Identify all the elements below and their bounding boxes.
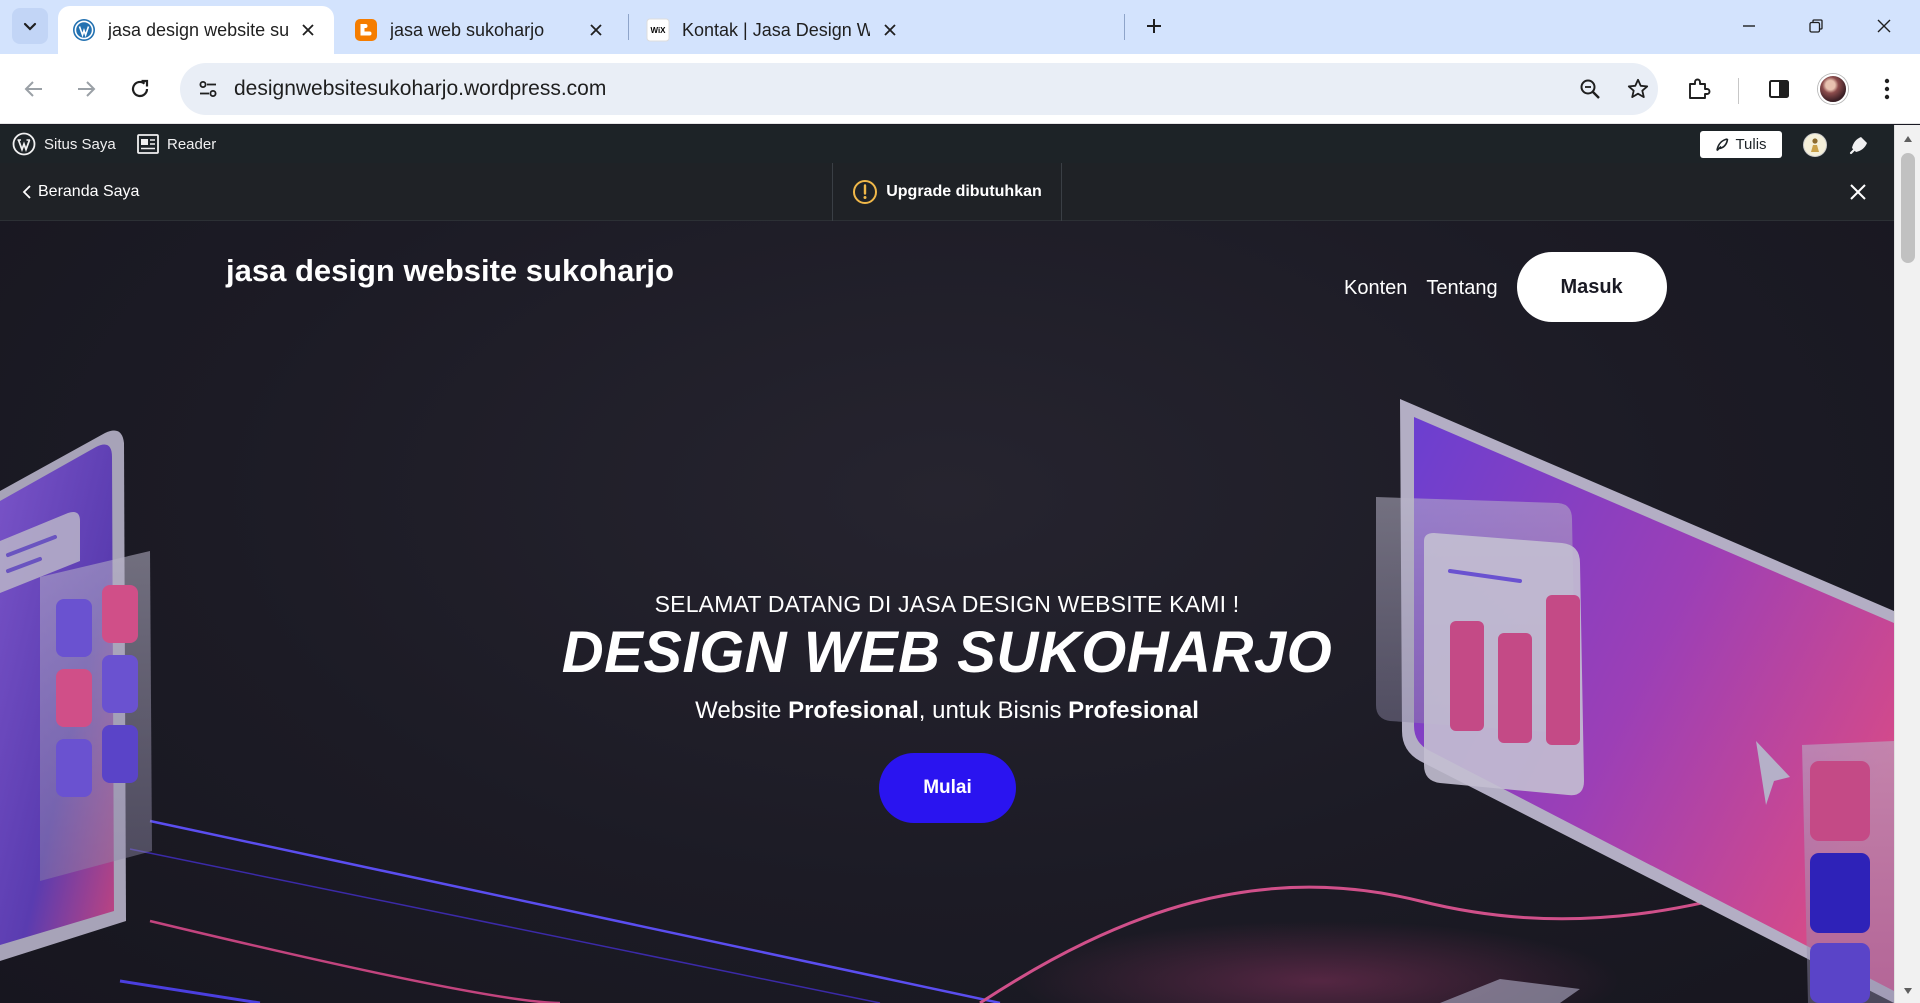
restore-button[interactable] — [1794, 8, 1838, 44]
tab-title: jasa design website sukoharjo - — [108, 19, 288, 40]
zoom-icon[interactable] — [1574, 73, 1606, 105]
hero-subtitle-emphasis: Profesional — [788, 697, 919, 724]
hero-subtitle-emphasis: Profesional — [1068, 697, 1199, 724]
scrollbar-thumb[interactable] — [1901, 153, 1915, 263]
tab-search-button[interactable] — [12, 8, 48, 44]
notification-bell-icon — [1849, 137, 1867, 155]
hero-subtitle: Website Profesional, untuk Bisnis Profes… — [0, 697, 1894, 725]
feather-icon — [1716, 137, 1729, 151]
write-button[interactable]: Tulis — [1700, 131, 1782, 158]
reader-label: Reader — [167, 135, 217, 153]
page-viewport: Situs Saya Reader Tulis Beranda Saya Upg… — [0, 125, 1894, 1003]
forward-button[interactable] — [66, 69, 106, 109]
side-panel-icon — [1769, 80, 1789, 98]
close-window-button[interactable] — [1862, 8, 1906, 44]
plus-icon — [1147, 19, 1161, 33]
chevron-left-icon — [22, 185, 31, 199]
scroll-up-arrow[interactable] — [1895, 129, 1920, 149]
hero-eyebrow: SELAMAT DATANG DI JASA DESIGN WEBSITE KA… — [654, 591, 1240, 617]
hero-section: jasa design website sukoharjo Konten Ten… — [0, 221, 1894, 1003]
tab-strip: jasa design website sukoharjo - jasa web… — [0, 0, 1920, 54]
svg-text:WiX: WiX — [650, 26, 666, 35]
close-tab-icon[interactable] — [296, 18, 320, 42]
upgrade-bar: Beranda Saya Upgrade dibutuhkan — [0, 163, 1894, 221]
triangle-down-icon — [1904, 988, 1912, 994]
my-site-link[interactable]: Situs Saya — [12, 125, 116, 163]
tab-wordpress[interactable]: jasa design website sukoharjo - — [58, 6, 334, 54]
hero-heading: DESIGN WEB SUKOHARJO — [561, 620, 1333, 685]
wordpress-icon — [72, 18, 96, 42]
tab-wix[interactable]: WiX Kontak | Jasa Design Web Suko — [632, 6, 916, 54]
hero-subtitle-part: Website — [695, 697, 789, 724]
back-to-home-label: Beranda Saya — [38, 183, 140, 200]
browser-window: jasa design website sukoharjo - jasa web… — [0, 0, 1920, 1003]
new-tab-button[interactable] — [1138, 10, 1170, 42]
browser-toolbar: designwebsitesukoharjo.wordpress.com — [0, 54, 1920, 124]
bookmark-star-icon[interactable] — [1622, 73, 1654, 105]
avatar-figure-icon — [1811, 138, 1819, 152]
reload-icon — [131, 79, 149, 98]
notifications-button[interactable] — [1846, 132, 1872, 158]
close-tab-icon[interactable] — [878, 18, 902, 42]
arrow-left-icon — [24, 81, 42, 97]
user-avatar[interactable] — [1803, 133, 1827, 157]
my-site-label: Situs Saya — [44, 135, 116, 153]
start-button[interactable]: Mulai — [879, 753, 1016, 823]
triangle-up-icon — [1904, 136, 1912, 142]
page-scrollbar[interactable] — [1894, 125, 1920, 1003]
puzzle-icon — [1689, 78, 1711, 99]
url-text: designwebsitesukoharjo.wordpress.com — [234, 77, 607, 100]
reload-button[interactable] — [120, 69, 160, 109]
toolbar-separator — [1738, 78, 1739, 104]
upgrade-required-label: Upgrade dibutuhkan — [886, 183, 1042, 200]
wordpress-logo-icon — [12, 132, 36, 156]
reader-link[interactable]: Reader — [137, 125, 216, 163]
tab-blogger[interactable]: jasa web sukoharjo — [340, 6, 622, 54]
site-info-icon[interactable] — [194, 75, 222, 103]
close-icon — [1877, 19, 1891, 33]
upgrade-required-notice[interactable]: Upgrade dibutuhkan — [832, 163, 1062, 221]
minimize-button[interactable] — [1727, 8, 1771, 44]
nav-link-konten[interactable]: Konten — [1344, 277, 1407, 300]
close-icon — [1850, 184, 1866, 200]
write-label: Tulis — [1735, 136, 1767, 153]
site-title[interactable]: jasa design website sukoharjo — [226, 253, 674, 289]
side-panel-button[interactable] — [1759, 69, 1799, 109]
site-navigation: Konten Tentang Masuk — [1344, 252, 1667, 322]
wp-admin-bar: Situs Saya Reader Tulis — [0, 125, 1894, 163]
address-bar[interactable]: designwebsitesukoharjo.wordpress.com — [180, 63, 1658, 115]
chevron-down-icon — [23, 22, 37, 31]
profile-button[interactable] — [1813, 69, 1853, 109]
restore-icon — [1809, 19, 1823, 33]
tab-separator — [1124, 14, 1125, 40]
browser-menu-button[interactable] — [1867, 69, 1907, 109]
nav-link-tentang[interactable]: Tentang — [1426, 277, 1497, 300]
back-button[interactable] — [14, 69, 54, 109]
wix-icon: WiX — [646, 18, 670, 42]
tab-title: Kontak | Jasa Design Web Suko — [682, 19, 870, 40]
blogger-icon — [354, 18, 378, 42]
kebab-menu-icon — [1884, 78, 1890, 100]
extensions-button[interactable] — [1679, 69, 1719, 109]
tab-title: jasa web sukoharjo — [390, 19, 545, 40]
back-to-home-link[interactable]: Beranda Saya — [22, 163, 139, 221]
tab-separator — [628, 14, 629, 40]
login-button[interactable]: Masuk — [1516, 252, 1667, 322]
reader-icon — [137, 134, 159, 154]
close-tab-icon[interactable] — [584, 18, 608, 42]
hero-subtitle-part: , untuk Bisnis — [918, 697, 1069, 724]
warning-icon — [852, 179, 878, 205]
profile-avatar — [1818, 74, 1848, 104]
scroll-down-arrow[interactable] — [1895, 981, 1920, 1001]
arrow-right-icon — [78, 81, 96, 97]
dismiss-bar-button[interactable] — [1844, 178, 1872, 206]
minimize-icon — [1743, 25, 1755, 27]
